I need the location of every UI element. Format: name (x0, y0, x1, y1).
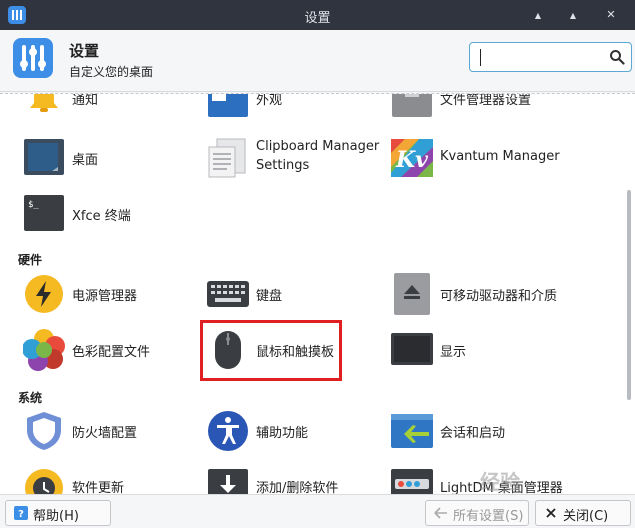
item-label: 文件管理器设置 (440, 93, 532, 108)
item-label: 键盘 (256, 289, 283, 304)
color-profile-icon (23, 329, 65, 371)
appearance-icon (208, 94, 248, 117)
keyboard-icon (207, 281, 249, 307)
help-label: 帮助(H) (33, 509, 79, 524)
item-label: 电源管理器 (72, 289, 138, 304)
titlebar: 设置 ▲ ▲ ✕ (0, 0, 635, 30)
footer: ? 帮助(H) 所有设置(S) 关闭(C) (0, 494, 635, 528)
settings-item-accessibility[interactable]: 辅助功能 (207, 406, 387, 456)
file-manager-icon (392, 94, 432, 117)
search-box[interactable] (469, 42, 632, 72)
minimize-button[interactable]: ▲ (528, 5, 548, 25)
all-settings-button[interactable]: 所有设置(S) (425, 500, 529, 526)
terminal-icon: $_ (24, 195, 64, 231)
settings-item-color-profiles[interactable]: 色彩配置文件 (23, 325, 203, 375)
section-title-hardware: 硬件 (18, 253, 43, 267)
lightdm-icon (391, 469, 433, 494)
removable-drive-icon (394, 273, 430, 315)
help-icon: ? (14, 506, 28, 520)
display-icon (391, 333, 433, 365)
firewall-icon (27, 412, 61, 450)
item-label: 桌面 (72, 153, 99, 168)
page-title: 设置 (69, 42, 100, 60)
item-label: 辅助功能 (256, 426, 309, 441)
settings-item-firewall[interactable]: 防火墙配置 (23, 406, 203, 456)
settings-item-kvantum[interactable]: Kv Kvantum Manager (391, 133, 571, 183)
item-label: 显示 (440, 345, 467, 360)
item-label: 软件更新 (72, 481, 125, 494)
item-label: 色彩配置文件 (72, 345, 151, 360)
svg-text:?: ? (18, 509, 24, 520)
settings-item-display[interactable]: 显示 (391, 325, 571, 375)
settings-item-terminal[interactable]: $_ Xfce 终端 (23, 189, 203, 239)
settings-item-appearance[interactable]: 外观 (207, 93, 387, 123)
bell-icon (30, 94, 58, 112)
software-update-icon (25, 469, 63, 494)
settings-item-file-manager[interactable]: 文件管理器设置 (391, 93, 571, 123)
item-label: 会话和启动 (440, 426, 506, 441)
svg-text:$_: $_ (28, 200, 39, 210)
close-button[interactable]: 关闭(C) (535, 500, 631, 526)
settings-item-session-startup[interactable]: 会话和启动 (391, 406, 571, 456)
page-subtitle: 自定义您的桌面 (69, 65, 154, 79)
maximize-button[interactable]: ▲ (563, 5, 583, 25)
search-icon[interactable] (609, 49, 625, 65)
add-remove-software-icon (208, 469, 248, 494)
watermark: 经验 (480, 470, 520, 494)
vertical-scrollbar[interactable] (627, 96, 631, 400)
power-icon (25, 275, 63, 313)
settings-item-removable-drives[interactable]: 可移动驱动器和介质 (391, 269, 571, 319)
close-icon (546, 508, 556, 518)
settings-item-keyboard[interactable]: 键盘 (207, 269, 387, 319)
help-button[interactable]: ? 帮助(H) (5, 500, 111, 526)
settings-grid: 通知 外观 文件管理器设置 桌面 Clipboard Manager Setti… (0, 93, 635, 494)
text-caret (480, 49, 481, 66)
scrollbar-thumb[interactable] (627, 190, 631, 400)
section-title-system: 系统 (18, 391, 43, 405)
settings-item-notifications[interactable]: 通知 (23, 93, 203, 123)
item-label: 通知 (72, 93, 99, 108)
highlight-box (200, 320, 342, 381)
session-icon (391, 414, 433, 448)
item-label: Xfce 终端 (72, 209, 131, 224)
close-window-button[interactable]: ✕ (601, 5, 621, 25)
settings-item-add-remove-software[interactable]: 添加/删除软件 (207, 461, 387, 494)
minimize-icon: ▲ (534, 11, 542, 20)
all-settings-label: 所有设置(S) (453, 509, 524, 524)
item-label: 添加/删除软件 (256, 481, 339, 494)
item-label: 外观 (256, 93, 283, 108)
kvantum-icon: Kv (391, 139, 433, 177)
search-input[interactable] (476, 48, 604, 66)
item-label: 可移动驱动器和介质 (440, 289, 558, 304)
item-label: 防火墙配置 (72, 426, 138, 441)
close-icon: ✕ (606, 8, 616, 21)
item-label: Kvantum Manager (440, 149, 560, 164)
accessibility-icon (208, 411, 248, 451)
desktop-icon (24, 139, 64, 175)
settings-header-icon (13, 38, 53, 78)
maximize-icon: ▲ (569, 11, 577, 20)
header: 设置 自定义您的桌面 (0, 30, 635, 92)
item-label: Clipboard Manager Settings (256, 139, 380, 173)
clipboard-icon (208, 138, 246, 178)
settings-item-clipboard[interactable]: Clipboard Manager Settings (207, 133, 387, 183)
svg-text:Kv: Kv (395, 147, 428, 173)
settings-item-power-manager[interactable]: 电源管理器 (23, 269, 203, 319)
settings-item-software-update[interactable]: 软件更新 (23, 461, 203, 494)
arrow-left-icon (434, 507, 447, 519)
close-label: 关闭(C) (563, 509, 609, 524)
settings-item-desktop[interactable]: 桌面 (23, 133, 203, 183)
